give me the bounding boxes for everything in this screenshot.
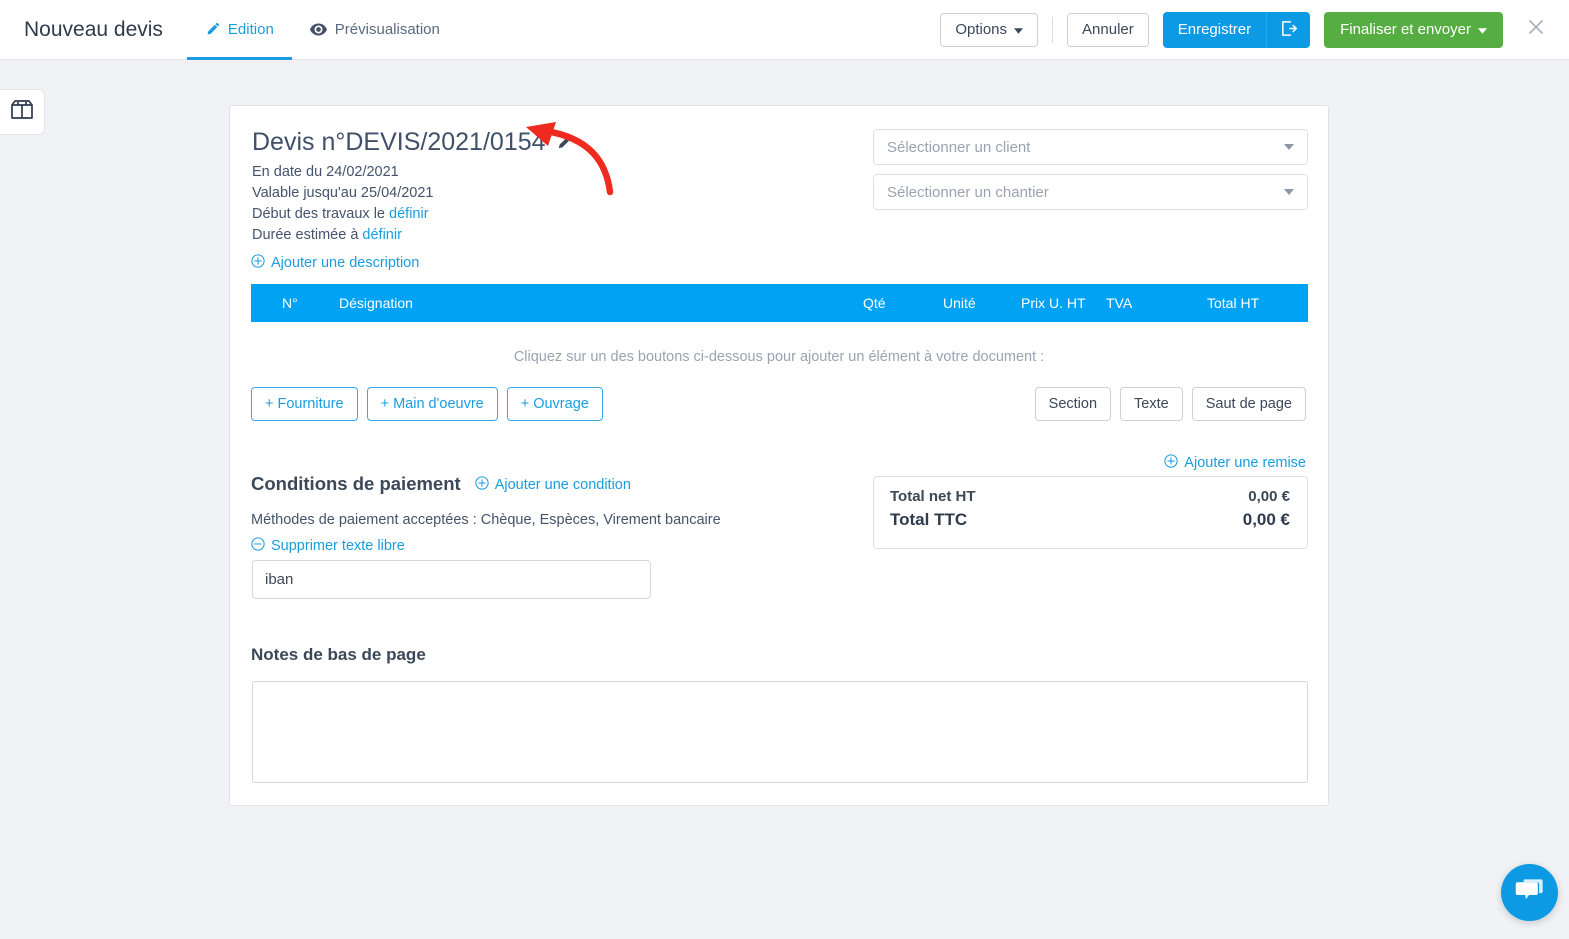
minus-circle-icon bbox=[251, 537, 265, 555]
total-net-ht-value: 0,00 € bbox=[1248, 488, 1290, 505]
plus-circle-icon bbox=[475, 476, 489, 494]
column-header-unit: Unité bbox=[943, 295, 976, 311]
chevron-down-icon bbox=[1478, 21, 1487, 38]
add-section-button[interactable]: Section bbox=[1034, 387, 1112, 421]
payment-methods-text: Méthodes de paiement acceptées : Chèque,… bbox=[251, 512, 721, 528]
add-page-break-button[interactable]: Saut de page bbox=[1191, 387, 1306, 421]
tab-previsualisation[interactable]: Prévisualisation bbox=[292, 0, 458, 60]
save-button-group: Enregistrer bbox=[1162, 11, 1311, 48]
chantier-select[interactable]: Sélectionner un chantier bbox=[873, 174, 1308, 210]
client-select-placeholder: Sélectionner un client bbox=[887, 138, 1031, 156]
document-title: Devis n°DEVIS/2021/0154 bbox=[252, 128, 546, 156]
works-start-define-link[interactable]: définir bbox=[389, 206, 429, 222]
duration-row: Durée estimée à définir bbox=[252, 225, 433, 246]
document-card: Devis n°DEVIS/2021/0154 En date du 24/02… bbox=[229, 105, 1329, 806]
add-page-break-label: Saut de page bbox=[1205, 396, 1292, 412]
total-net-ht-row: Total net HT 0,00 € bbox=[890, 488, 1290, 505]
chat-bubble-icon bbox=[1515, 877, 1544, 908]
save-button[interactable]: Enregistrer bbox=[1162, 11, 1267, 48]
column-header-unit-price: Prix U. HT bbox=[1021, 295, 1086, 311]
document-validity: Valable jusqu'au 25/04/2021 bbox=[252, 185, 434, 201]
items-table-header: N° Désignation Qté Unité Prix U. HT TVA … bbox=[251, 284, 1308, 322]
total-ttc-value: 0,00 € bbox=[1242, 510, 1290, 529]
footer-notes-title: Notes de bas de page bbox=[251, 645, 426, 664]
tab-previsualisation-label: Prévisualisation bbox=[334, 21, 440, 38]
works-start-label: Début des travaux le bbox=[252, 206, 390, 222]
finalize-label: Finaliser et envoyer bbox=[1340, 21, 1471, 38]
options-label: Options bbox=[955, 21, 1008, 38]
options-button[interactable]: Options bbox=[940, 12, 1039, 47]
cancel-button[interactable]: Annuler bbox=[1067, 12, 1149, 47]
iban-input[interactable] bbox=[252, 560, 651, 599]
close-icon bbox=[1526, 17, 1546, 42]
total-ttc-label: Total TTC bbox=[890, 510, 968, 529]
chevron-down-icon bbox=[1284, 144, 1294, 150]
save-and-exit-button[interactable] bbox=[1266, 11, 1311, 48]
tab-edition-label: Edition bbox=[227, 21, 274, 38]
view-tabs: Edition Prévisualisation bbox=[186, 0, 458, 60]
edit-title-pencil-icon[interactable] bbox=[556, 134, 573, 151]
cancel-label: Annuler bbox=[1082, 21, 1134, 38]
total-ttc-row: Total TTC 0,00 € bbox=[890, 510, 1290, 530]
pencil-icon bbox=[205, 22, 220, 37]
add-item-buttons: + Fourniture + Main d'oeuvre + Ouvrage bbox=[251, 387, 603, 421]
add-main-doeuvre-label: + Main d'oeuvre bbox=[380, 396, 484, 412]
totals-box: Total net HT 0,00 € Total TTC 0,00 € bbox=[873, 476, 1308, 549]
column-header-num: N° bbox=[282, 295, 298, 311]
footer-notes-textarea[interactable] bbox=[252, 681, 1308, 783]
save-and-exit-icon bbox=[1280, 20, 1298, 40]
chat-button[interactable] bbox=[1501, 864, 1558, 921]
add-ouvrage-label: + Ouvrage bbox=[520, 396, 589, 412]
add-condition-label: Ajouter une condition bbox=[494, 477, 631, 493]
close-button[interactable] bbox=[1521, 15, 1551, 45]
save-label: Enregistrer bbox=[1177, 21, 1252, 38]
page-title: Nouveau devis bbox=[24, 17, 163, 41]
add-fourniture-button[interactable]: + Fourniture bbox=[251, 387, 358, 421]
total-net-ht-label: Total net HT bbox=[890, 488, 976, 505]
client-select[interactable]: Sélectionner un client bbox=[873, 129, 1308, 165]
add-description-link[interactable]: Ajouter une description bbox=[251, 254, 419, 272]
delete-free-text-label: Supprimer texte libre bbox=[271, 538, 405, 554]
column-header-qty: Qté bbox=[863, 295, 886, 311]
add-discount-link[interactable]: Ajouter une remise bbox=[1164, 454, 1306, 472]
tab-edition[interactable]: Edition bbox=[186, 0, 292, 60]
duration-define-link[interactable]: définir bbox=[362, 227, 402, 243]
add-description-label: Ajouter une description bbox=[271, 255, 420, 271]
document-date: En date du 24/02/2021 bbox=[252, 164, 399, 180]
add-section-label: Section bbox=[1048, 396, 1098, 412]
delete-free-text-link[interactable]: Supprimer texte libre bbox=[251, 537, 405, 555]
add-block-buttons: Section Texte Saut de page bbox=[1034, 387, 1306, 421]
open-box-icon bbox=[10, 99, 34, 126]
works-start-row: Début des travaux le définir bbox=[252, 204, 433, 225]
column-header-vat: TVA bbox=[1106, 295, 1133, 311]
empty-table-hint: Cliquez sur un des boutons ci-dessous po… bbox=[513, 349, 1045, 365]
payment-conditions-heading: Conditions de paiement Ajouter une condi… bbox=[251, 473, 631, 495]
toolbar-divider bbox=[1052, 16, 1054, 43]
finalize-and-send-button[interactable]: Finaliser et envoyer bbox=[1324, 11, 1503, 48]
document-title-row: Devis n°DEVIS/2021/0154 bbox=[252, 128, 573, 157]
chevron-down-icon bbox=[1014, 22, 1024, 37]
payment-conditions-title: Conditions de paiement bbox=[251, 473, 461, 494]
toolbar-actions: Options Annuler Enregistrer Finaliser et… bbox=[940, 11, 1569, 48]
add-fourniture-label: + Fourniture bbox=[265, 396, 344, 412]
add-condition-link[interactable]: Ajouter une condition bbox=[475, 476, 631, 494]
eye-icon bbox=[309, 22, 327, 37]
chantier-select-placeholder: Sélectionner un chantier bbox=[887, 183, 1049, 201]
plus-circle-icon bbox=[1164, 454, 1178, 472]
add-main-doeuvre-button[interactable]: + Main d'oeuvre bbox=[366, 387, 498, 421]
column-header-designation: Désignation bbox=[339, 295, 413, 311]
add-texte-button[interactable]: Texte bbox=[1120, 387, 1183, 421]
duration-label: Durée estimée à bbox=[252, 227, 363, 243]
add-ouvrage-button[interactable]: + Ouvrage bbox=[506, 387, 603, 421]
top-toolbar: Nouveau devis Edition Prévisualisation O… bbox=[0, 0, 1569, 60]
column-header-total: Total HT bbox=[1207, 295, 1260, 311]
add-discount-label: Ajouter une remise bbox=[1184, 455, 1306, 471]
chevron-down-icon bbox=[1284, 189, 1294, 195]
plus-circle-icon bbox=[251, 254, 265, 272]
sidebar-item-catalog[interactable] bbox=[0, 89, 45, 135]
document-meta: En date du 24/02/2021 Valable jusqu'au 2… bbox=[252, 162, 433, 246]
add-texte-label: Texte bbox=[1134, 396, 1169, 412]
